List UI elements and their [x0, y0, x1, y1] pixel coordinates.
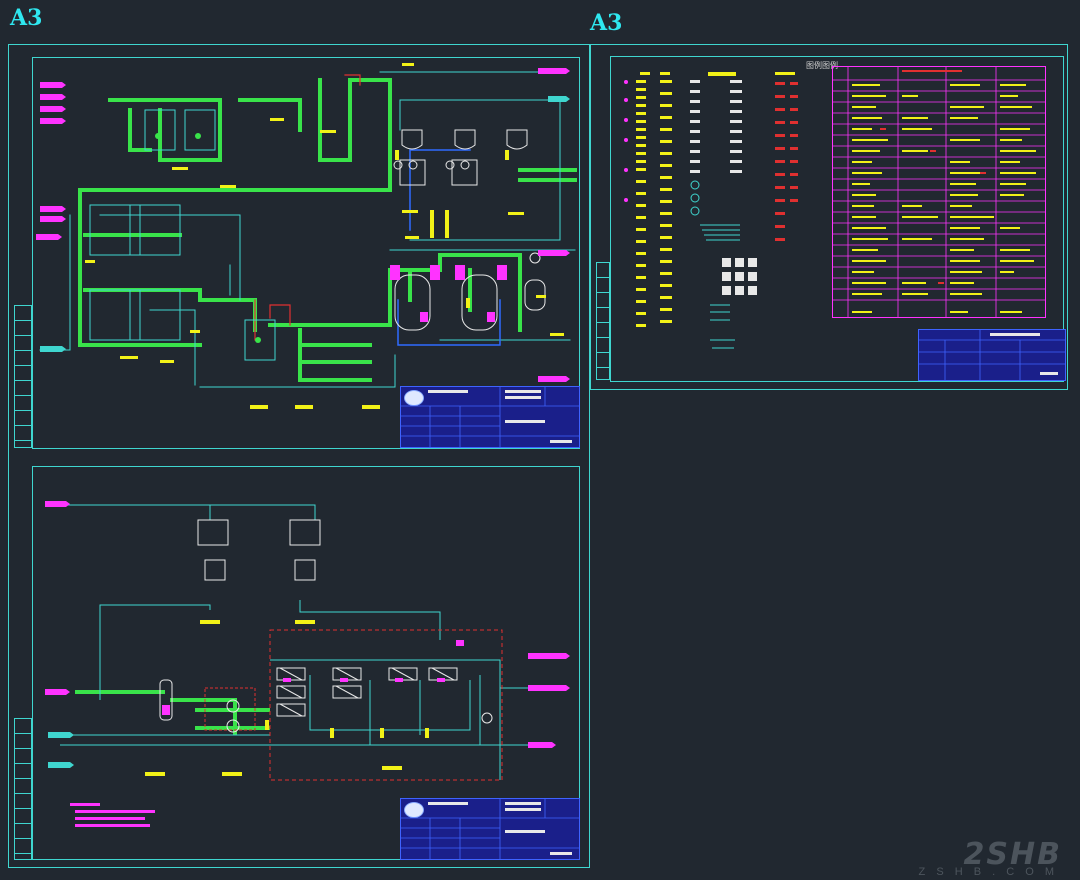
legend-symbol-columns — [624, 72, 798, 349]
pid-drawing-canvas — [36, 63, 1066, 860]
heat-exchanger-icon — [276, 667, 458, 717]
pump-icon — [155, 133, 261, 343]
watermark-url: Z S H B . C O M — [918, 866, 1058, 878]
drawing-2-stream-tags — [45, 501, 570, 748]
drawing-2-piping — [60, 504, 540, 781]
legend-table-entries — [852, 84, 1036, 313]
drawing-2-notes — [70, 803, 155, 827]
tank-icon — [399, 129, 546, 311]
reactor-vessels — [390, 265, 507, 331]
title-block-lines — [400, 329, 1066, 860]
legend-table-grid — [832, 66, 1046, 318]
drawing-1-stream-tags — [36, 68, 570, 382]
